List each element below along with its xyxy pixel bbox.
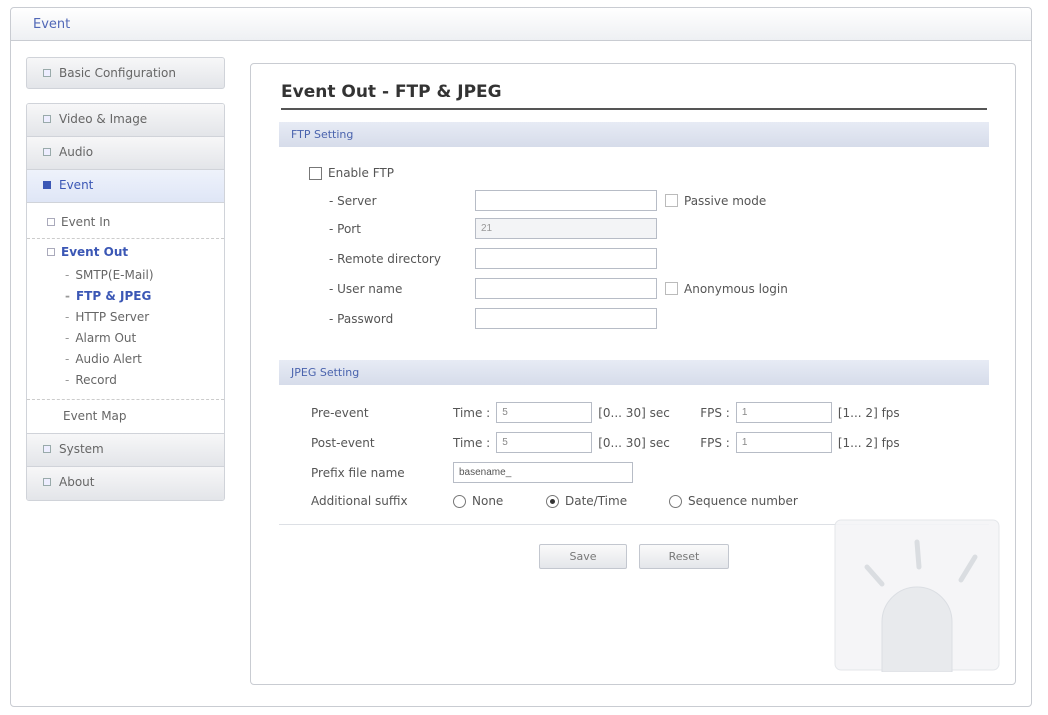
suffix-sequence-label: Sequence number xyxy=(688,494,798,508)
suffix-datetime-radio[interactable] xyxy=(546,494,559,508)
suffix-none-radio[interactable] xyxy=(453,494,466,508)
sidebar-item-record[interactable]: Record xyxy=(27,370,224,391)
window-title: Event xyxy=(11,8,1031,41)
sidebar-item-label: Event xyxy=(59,178,94,192)
sidebar-item-label: Event Out xyxy=(61,245,129,259)
post-fps-input[interactable] xyxy=(735,432,832,453)
username-row: - User name Anonymous login xyxy=(329,278,788,299)
port-input[interactable] xyxy=(475,218,657,239)
sidebar-item-label: Event In xyxy=(61,215,111,229)
sidebar-item-smtp[interactable]: SMTP(E-Mail) xyxy=(27,265,224,286)
remote-directory-input[interactable] xyxy=(475,248,657,269)
anonymous-login-label: Anonymous login xyxy=(684,281,788,296)
sidebar-item-event[interactable]: Event xyxy=(27,170,224,203)
reset-button[interactable]: Reset xyxy=(639,544,729,569)
pre-fps-label: FPS : xyxy=(700,405,730,420)
collapse-icon xyxy=(43,181,51,189)
suffix-none-label: None xyxy=(472,494,504,508)
password-label: - Password xyxy=(329,311,394,326)
ftp-section-header: FTP Setting xyxy=(279,122,989,147)
pre-time-range: [0... 30] sec xyxy=(598,405,670,420)
enable-ftp-row: Enable FTP xyxy=(309,166,394,180)
sidebar-item-alarm-out[interactable]: Alarm Out xyxy=(27,328,224,349)
sidebar-item-event-in[interactable]: Event In xyxy=(27,209,224,239)
sidebar-item-http-server[interactable]: HTTP Server xyxy=(27,307,224,328)
password-input[interactable] xyxy=(475,308,657,329)
sidebar-item-label: About xyxy=(59,475,95,489)
post-event-label: Post-event xyxy=(311,435,375,450)
enable-ftp-checkbox[interactable] xyxy=(309,166,322,180)
sidebar-item-event-map[interactable]: Event Map xyxy=(27,399,224,429)
sidebar-item-label: System xyxy=(59,442,104,456)
expand-icon xyxy=(43,69,51,77)
expand-icon xyxy=(43,115,51,123)
sidebar-item-system[interactable]: System xyxy=(27,434,224,467)
event-submenu: Event In Event Out SMTP(E-Mail) FTP & JP… xyxy=(27,203,224,434)
remote-directory-row: - Remote directory xyxy=(329,248,657,269)
port-label: - Port xyxy=(329,221,361,236)
enable-ftp-label: Enable FTP xyxy=(328,166,394,180)
suffix-row: Additional suffix None Date/Time Sequenc… xyxy=(311,494,798,508)
sidebar-item-basic-configuration[interactable]: Basic Configuration xyxy=(26,57,225,89)
sidebar-item-label: Audio xyxy=(59,145,94,159)
sidebar-item-about[interactable]: About xyxy=(27,467,224,500)
pre-fps-range: [1... 2] fps xyxy=(837,405,900,420)
username-label: - User name xyxy=(329,281,403,296)
server-label: - Server xyxy=(329,193,377,208)
prefix-row: Prefix file name xyxy=(311,462,633,483)
alarm-light-icon xyxy=(834,519,1000,672)
pre-event-row: Pre-event Time : [0... 30] sec FPS : [1.… xyxy=(311,402,900,423)
save-button[interactable]: Save xyxy=(539,544,627,569)
content-panel: Event Out - FTP & JPEG FTP Setting Enabl… xyxy=(250,63,1016,685)
pre-time-label: Time : xyxy=(453,405,491,420)
jpeg-section-header: JPEG Setting xyxy=(279,360,989,385)
post-event-row: Post-event Time : [0... 30] sec FPS : [1… xyxy=(311,432,900,453)
expand-icon xyxy=(43,445,51,453)
pre-time-input[interactable] xyxy=(496,402,593,423)
port-row: - Port xyxy=(329,218,657,239)
collapse-icon xyxy=(47,248,55,256)
passive-mode-checkbox[interactable] xyxy=(665,194,678,207)
anonymous-login-checkbox[interactable] xyxy=(665,282,678,295)
post-time-label: Time : xyxy=(453,435,491,450)
prefix-label: Prefix file name xyxy=(311,465,405,480)
sidebar-item-video-image[interactable]: Video & Image xyxy=(27,104,224,137)
suffix-datetime-label: Date/Time xyxy=(565,494,628,508)
suffix-sequence-radio[interactable] xyxy=(669,494,682,508)
pre-fps-input[interactable] xyxy=(735,402,832,423)
sidebar-group: Video & Image Audio Event Event In Event… xyxy=(26,103,225,501)
password-row: - Password xyxy=(329,308,657,329)
sidebar-item-event-out[interactable]: Event Out xyxy=(27,239,224,265)
expand-icon xyxy=(43,478,51,486)
pre-event-label: Pre-event xyxy=(311,405,369,420)
post-fps-label: FPS : xyxy=(700,435,730,450)
remote-directory-label: - Remote directory xyxy=(329,251,441,266)
passive-mode-label: Passive mode xyxy=(684,193,767,208)
server-input[interactable] xyxy=(475,190,657,211)
expand-icon xyxy=(47,218,55,226)
username-input[interactable] xyxy=(475,278,657,299)
suffix-label: Additional suffix xyxy=(311,494,408,508)
sidebar-item-ftp-jpeg[interactable]: FTP & JPEG xyxy=(27,286,224,307)
page-title: Event Out - FTP & JPEG xyxy=(281,82,987,110)
sidebar-item-audio-alert[interactable]: Audio Alert xyxy=(27,349,224,370)
sidebar: Basic Configuration Video & Image Audio … xyxy=(26,57,225,501)
server-row: - Server Passive mode xyxy=(329,190,766,211)
expand-icon xyxy=(43,148,51,156)
post-time-input[interactable] xyxy=(496,432,593,453)
sidebar-item-label: Video & Image xyxy=(59,112,148,126)
post-fps-range: [1... 2] fps xyxy=(837,435,900,450)
sidebar-item-audio[interactable]: Audio xyxy=(27,137,224,170)
post-time-range: [0... 30] sec xyxy=(598,435,670,450)
sidebar-item-label: Basic Configuration xyxy=(59,66,176,80)
prefix-input[interactable] xyxy=(453,462,633,483)
